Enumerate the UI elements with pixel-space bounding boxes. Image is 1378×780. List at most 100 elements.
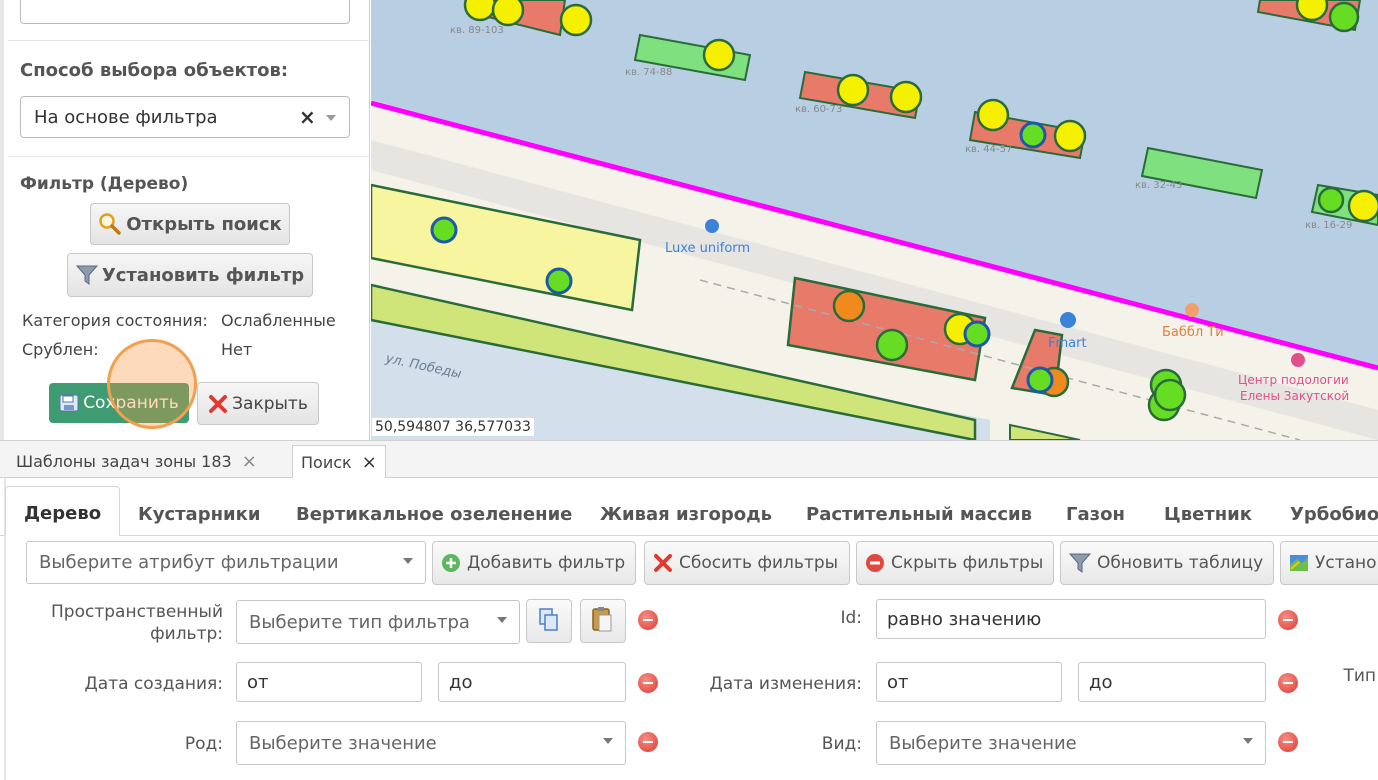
tree-marker[interactable] xyxy=(1053,119,1087,153)
chevron-down-icon xyxy=(603,738,613,744)
tab-urbobio[interactable]: Урбобио xyxy=(1290,504,1378,525)
poi-shop-icon[interactable] xyxy=(1060,312,1076,328)
modified-to-input[interactable]: до xyxy=(1078,662,1266,702)
save-disk-icon xyxy=(59,394,79,412)
tab-plant-massif[interactable]: Растительный массив xyxy=(806,504,1032,525)
red-x-icon xyxy=(654,554,672,572)
tree-marker[interactable] xyxy=(559,3,593,37)
map-flat-label: кв. 60-73 xyxy=(795,104,842,115)
tab-tree[interactable]: Дерево xyxy=(5,486,121,536)
chevron-down-icon[interactable] xyxy=(326,115,336,121)
tab-task-templates[interactable]: Шаблоны задач зоны 183 × xyxy=(8,445,265,478)
spatial-filter-select[interactable]: Выберите тип фильтра xyxy=(236,600,520,644)
cut-key: Срублен: xyxy=(22,340,99,359)
add-filter-button[interactable]: Добавить фильтр xyxy=(432,541,636,585)
species-select[interactable]: Выберите значение xyxy=(876,721,1266,765)
tree-marker[interactable] xyxy=(463,0,497,22)
click-indicator xyxy=(107,339,197,429)
divider xyxy=(8,156,370,157)
top-input-remnant[interactable] xyxy=(20,0,350,24)
open-search-button[interactable]: Открыть поиск xyxy=(90,203,290,245)
funnel-icon xyxy=(1069,553,1091,573)
tab-vertical-greening[interactable]: Вертикальное озеленение xyxy=(296,504,572,525)
created-to-input[interactable]: до xyxy=(438,662,626,702)
poi-health-icon[interactable] xyxy=(1291,353,1305,367)
remove-filter-icon[interactable] xyxy=(1278,732,1298,752)
poi-label[interactable]: Баббл Ти xyxy=(1162,325,1224,340)
tree-marker[interactable] xyxy=(1153,378,1187,412)
modified-from-input[interactable]: от xyxy=(876,662,1062,702)
created-from-input[interactable]: от xyxy=(236,662,422,702)
tab-flowerbed[interactable]: Цветник xyxy=(1164,504,1252,525)
install-button[interactable]: Устано xyxy=(1280,541,1378,585)
map-flat-label: кв. 89-103 xyxy=(450,25,504,36)
spatial-filter-placeholder: Выберите тип фильтра xyxy=(249,611,470,633)
tree-marker[interactable] xyxy=(832,289,866,323)
poi-label[interactable]: Центр подологии xyxy=(1238,373,1349,387)
document-tabs-bar: Шаблоны задач зоны 183 × Поиск × xyxy=(0,440,1378,480)
plus-circle-icon xyxy=(442,554,460,572)
remove-filter-icon[interactable] xyxy=(638,732,658,752)
poi-label[interactable]: Елены Закутской xyxy=(1240,389,1349,403)
close-button[interactable]: Закрыть xyxy=(197,382,319,425)
tree-marker[interactable] xyxy=(976,98,1010,132)
close-tab-icon[interactable]: × xyxy=(362,452,377,473)
hide-filters-label: Скрыть фильтры xyxy=(891,553,1044,573)
remove-filter-icon[interactable] xyxy=(1278,673,1298,693)
tab-hedge[interactable]: Живая изгородь xyxy=(600,504,772,525)
map-canvas[interactable]: кв. 89-103 кв. 74-88 кв. 60-73 кв. 44-57… xyxy=(371,0,1378,440)
genus-select[interactable]: Выберите значение xyxy=(236,721,626,765)
filter-title: Фильтр (Дерево) xyxy=(20,174,189,194)
tree-marker-selected[interactable] xyxy=(430,216,458,244)
remove-filter-icon[interactable] xyxy=(638,673,658,693)
id-filter-input[interactable]: равно значению xyxy=(876,599,1266,639)
map-view[interactable]: кв. 89-103 кв. 74-88 кв. 60-73 кв. 44-57… xyxy=(371,0,1378,440)
tree-marker[interactable] xyxy=(702,38,736,72)
refresh-table-button[interactable]: Обновить таблицу xyxy=(1060,541,1274,585)
tree-marker[interactable] xyxy=(836,73,870,107)
clear-selection-icon[interactable]: × xyxy=(299,105,316,129)
left-panel: Способ выбора объектов: На основе фильтр… xyxy=(0,0,370,440)
tree-marker-selected[interactable] xyxy=(1019,121,1047,149)
tree-marker-selected[interactable] xyxy=(963,320,991,348)
tree-marker[interactable] xyxy=(1347,189,1378,223)
minus-circle-icon xyxy=(866,554,884,572)
tree-marker[interactable] xyxy=(889,80,923,114)
selection-method-title: Способ выбора объектов: xyxy=(20,60,289,81)
spatial-filter-label-2: фильтр: xyxy=(150,624,223,644)
tree-marker-selected[interactable] xyxy=(1026,366,1054,394)
filter-attribute-placeholder: Выберите атрибут фильтрации xyxy=(39,552,339,573)
selection-method-select[interactable]: На основе фильтра × xyxy=(20,96,350,138)
created-date-label: Дата создания: xyxy=(84,674,224,694)
tab-lawn[interactable]: Газон xyxy=(1066,504,1125,525)
remove-filter-icon[interactable] xyxy=(638,610,658,630)
refresh-table-label: Обновить таблицу xyxy=(1097,553,1264,573)
tree-marker[interactable] xyxy=(1317,186,1345,214)
tree-marker[interactable] xyxy=(1295,0,1329,22)
tree-marker-selected[interactable] xyxy=(545,267,573,295)
poi-cafe-icon[interactable] xyxy=(1185,303,1199,317)
close-tab-icon[interactable]: × xyxy=(242,451,257,472)
reset-filters-button[interactable]: Сбосить фильтры xyxy=(644,541,850,585)
tab-label: Поиск xyxy=(301,453,352,472)
poi-shop-icon[interactable] xyxy=(705,219,719,233)
tree-marker[interactable] xyxy=(875,328,909,362)
paste-geometry-button[interactable] xyxy=(580,599,626,643)
tree-marker[interactable] xyxy=(491,0,525,27)
tab-shrubs[interactable]: Кустарники xyxy=(138,504,260,525)
set-filter-button[interactable]: Установить фильтр xyxy=(67,253,313,297)
tree-marker[interactable] xyxy=(1328,1,1360,33)
set-filter-label: Установить фильтр xyxy=(101,264,305,286)
tab-search[interactable]: Поиск × xyxy=(292,445,386,480)
chevron-down-icon xyxy=(497,617,507,623)
magnifier-icon xyxy=(99,213,121,235)
genus-placeholder: Выберите значение xyxy=(249,732,437,754)
poi-label[interactable]: Luxe uniform xyxy=(665,241,750,256)
filter-attribute-select[interactable]: Выберите атрибут фильтрации xyxy=(26,541,426,584)
copy-geometry-button[interactable] xyxy=(526,599,572,643)
hide-filters-button[interactable]: Скрыть фильтры xyxy=(856,541,1054,585)
spatial-filter-label: Пространственный xyxy=(51,602,223,622)
remove-filter-icon[interactable] xyxy=(1278,610,1298,630)
poi-label[interactable]: Fmart xyxy=(1048,336,1087,351)
state-category-value: Ослабленные xyxy=(221,311,336,330)
